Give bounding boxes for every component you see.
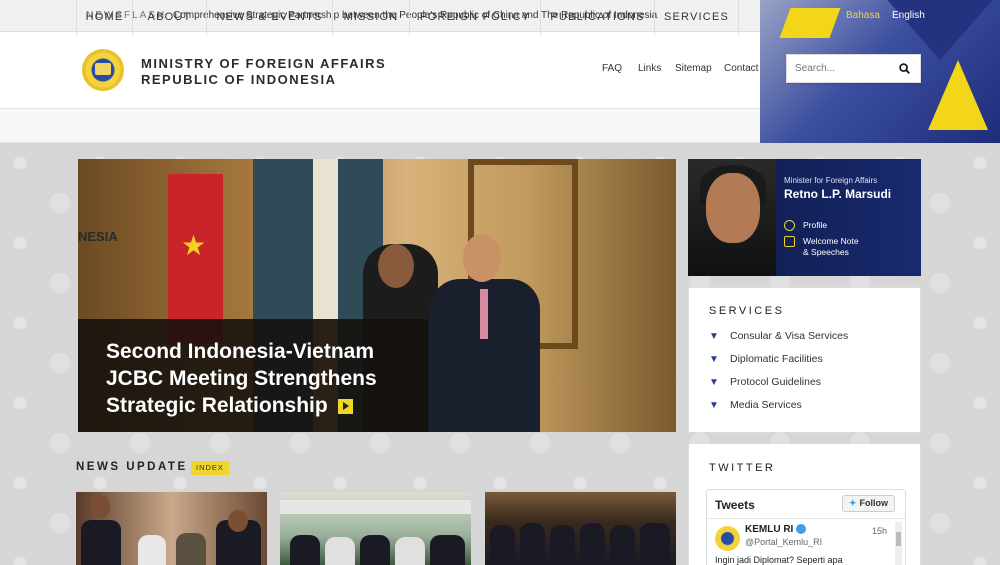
language-bahasa-link[interactable]: Bahasa (846, 10, 880, 21)
hero-title[interactable]: Second Indonesia-Vietnam JCBC Meeting St… (106, 338, 426, 419)
welcome-note-line1: Welcome Note (803, 236, 859, 246)
nav-publications[interactable]: PUBLICATIONS (541, 0, 655, 35)
site-title-line2[interactable]: REPUBLIC OF INDONESIA (141, 72, 336, 87)
tweet-text: Ingin jadi Diplomat? Seperti apa (715, 555, 843, 565)
sitemap-link[interactable]: Sitemap (675, 63, 712, 74)
services-panel: SERVICES ▼ Consular & Visa Services ▼ Di… (688, 287, 921, 433)
garuda-bullet-icon: ▼ (709, 331, 719, 342)
minister-card: Minister for Foreign Affairs Retno L.P. … (688, 159, 921, 276)
hero-title-text[interactable]: Second Indonesia-Vietnam JCBC Meeting St… (106, 340, 377, 417)
news-update-heading: NEWS UPDATE (76, 461, 188, 473)
twitter-follow-button[interactable]: ✦ Follow (841, 495, 895, 512)
photo-backdrop-text: NESIA (78, 229, 118, 244)
ministry-logo[interactable] (82, 49, 124, 91)
news-thumbnail[interactable] (76, 492, 267, 565)
profile-icon (784, 220, 795, 231)
services-protocol-guidelines[interactable]: Protocol Guidelines (730, 376, 821, 388)
contact-link[interactable]: Contact (724, 63, 758, 74)
links-link[interactable]: Links (638, 63, 661, 74)
tweet-avatar[interactable] (715, 526, 740, 551)
minister-role: Minister for Foreign Affairs (784, 176, 878, 185)
garuda-bullet-icon: ▼ (709, 354, 719, 365)
site-title-line1[interactable]: MINISTRY OF FOREIGN AFFAIRS (141, 56, 386, 71)
welcome-note-line2: & Speeches (803, 247, 849, 257)
nav-services[interactable]: SERVICES (655, 0, 739, 35)
minister-profile-link[interactable]: Profile (803, 220, 827, 231)
nav-foreign-policy[interactable]: FOREIGN POLICY (410, 0, 541, 35)
tweet-handle[interactable]: @Portal_Kemlu_RI (745, 537, 822, 547)
minister-photo (688, 159, 776, 276)
news-thumbnail[interactable] (280, 492, 471, 565)
speech-bubble-icon (784, 236, 795, 247)
nav-mission[interactable]: MISSION (333, 0, 410, 35)
news-index-link[interactable]: INDEX (191, 461, 229, 475)
services-heading: SERVICES (709, 305, 785, 317)
hero-slide[interactable]: NESIA ★ Second Indonesia-Vietnam JCBC Me… (78, 159, 676, 432)
tweet-account-name[interactable]: KEMLU RI (745, 524, 807, 535)
faq-link[interactable]: FAQ (602, 63, 622, 74)
garuda-bullet-icon: ▼ (709, 400, 719, 411)
minister-name[interactable]: Retno L.P. Marsudi (784, 187, 891, 201)
language-english-link[interactable]: English (892, 10, 925, 21)
nav-about[interactable]: ABOUT (133, 0, 207, 35)
welcome-note-link[interactable]: Welcome Note & Speeches (803, 236, 859, 258)
nav-news-events[interactable]: NEWS & EVENTS (207, 0, 333, 35)
nav-home[interactable]: HOME (76, 0, 133, 35)
timeline-scrollbar[interactable] (895, 522, 902, 565)
main-nav (0, 108, 760, 143)
tweets-label: Tweets (715, 498, 755, 512)
hero-arrow-icon[interactable] (337, 398, 353, 414)
search-box (786, 54, 921, 83)
twitter-bird-icon: ✦ (848, 498, 857, 508)
twitter-panel: TWITTER Tweets ✦ Follow KEMLU RI @Portal_… (688, 443, 921, 565)
news-thumbnail[interactable] (485, 492, 676, 565)
search-input[interactable] (787, 55, 887, 82)
twitter-timeline[interactable]: Tweets ✦ Follow KEMLU RI @Portal_Kemlu_RI… (706, 489, 906, 565)
services-media-services[interactable]: Media Services (730, 399, 802, 411)
search-icon[interactable] (899, 63, 910, 74)
services-diplomatic-facilities[interactable]: Diplomatic Facilities (730, 353, 823, 365)
flag-star-icon: ★ (181, 230, 207, 261)
twitter-heading: TWITTER (709, 462, 776, 474)
tweet-time[interactable]: 15h (872, 526, 887, 536)
verified-icon (796, 524, 807, 535)
services-consular-visa[interactable]: Consular & Visa Services (730, 330, 848, 342)
garuda-bullet-icon: ▼ (709, 377, 719, 388)
